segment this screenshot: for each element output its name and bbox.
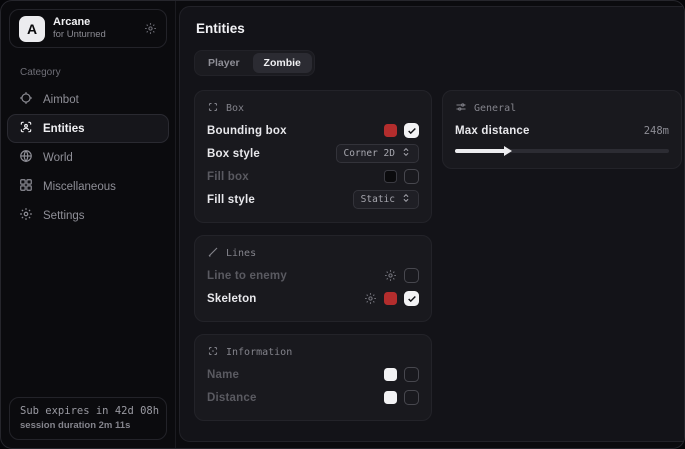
pencil-line-icon [207,246,219,261]
setting-label: Box style [207,148,260,160]
box-card: Box Bounding box Box style [194,90,432,223]
sidebar-item-label: Miscellaneous [43,181,116,193]
setting-row-name: Name [207,363,419,386]
sidebar-item-settings[interactable]: Settings [7,201,169,230]
color-swatch-red[interactable] [384,124,397,137]
sidebar-spacer [1,232,175,389]
chevrons-up-down-icon [401,147,411,160]
setting-row-fill-box: Fill box [207,165,419,188]
tab-player[interactable]: Player [197,53,251,73]
checkbox-unchecked[interactable] [404,390,419,405]
fill-style-dropdown[interactable]: Static [353,190,419,209]
lines-card: Lines Line to enemy Skeleton [194,235,432,322]
checkbox-checked[interactable] [404,123,419,138]
sidebar-item-label: World [43,152,73,164]
app-window: A Arcane for Unturned Category Aimbot En… [0,0,685,449]
setting-label: Max distance [455,125,530,137]
sidebar-item-miscellaneous[interactable]: Miscellaneous [7,172,169,201]
information-card-header: Information [207,345,419,360]
subscription-box: Sub expires in 42d 08h session duration … [9,397,167,440]
setting-label: Fill style [207,194,255,206]
slider-fill [455,149,506,153]
dropdown-value: Corner 2D [344,148,395,159]
main-area: Entities Player Zombie Box Bounding box [176,1,685,448]
grid-icon [19,178,33,195]
session-duration-text: session duration 2m 11s [20,420,156,431]
scan-person-icon [19,120,33,137]
general-card: General Max distance 248m [442,90,682,169]
setting-label: Bounding box [207,125,287,137]
setting-label: Line to enemy [207,270,287,282]
sidebar-item-world[interactable]: World [7,143,169,172]
setting-row-skeleton: Skeleton [207,287,419,310]
sidebar-item-label: Entities [43,123,85,135]
dropdown-value: Static [361,194,395,205]
tab-zombie[interactable]: Zombie [253,53,312,73]
setting-row-box-style: Box style Corner 2D [207,142,419,165]
max-distance-slider[interactable] [455,149,669,153]
information-card: Information Name Distance [194,334,432,421]
scan-info-icon [207,345,219,360]
check-icon [407,126,417,136]
right-column: General Max distance 248m [442,90,682,169]
sidebar-nav: Aimbot Entities World Miscellaneous Sett… [1,83,175,232]
sidebar-item-label: Settings [43,210,85,222]
sliders-icon [455,101,467,116]
slider-thumb[interactable] [504,146,512,156]
card-title: Lines [226,248,256,259]
setting-row-line-to-enemy: Line to enemy [207,264,419,287]
row-gear-icon[interactable] [364,292,377,305]
app-logo: A [19,16,45,42]
globe-icon [19,149,33,166]
setting-row-bounding-box: Bounding box [207,119,419,142]
tab-bar: Player Zombie [194,50,315,76]
app-name: Arcane [53,16,106,30]
setting-label: Fill box [207,171,249,183]
general-card-header: General [455,101,669,116]
gear-icon [19,207,33,224]
setting-label: Skeleton [207,293,257,305]
max-distance-row: Max distance 248m [455,123,669,139]
card-title: General [474,103,516,114]
card-title: Box [226,103,244,114]
lines-card-header: Lines [207,246,419,261]
sub-expiry-text: Sub expires in 42d 08h [20,405,156,417]
box-style-dropdown[interactable]: Corner 2D [336,144,419,163]
setting-row-distance: Distance [207,386,419,409]
color-swatch-red[interactable] [384,292,397,305]
app-meta: Arcane for Unturned [53,16,106,42]
chevrons-up-down-icon [401,193,411,206]
main-panel: Entities Player Zombie Box Bounding box [179,6,685,442]
checkbox-unchecked[interactable] [404,169,419,184]
color-swatch-white[interactable] [384,391,397,404]
setting-label: Name [207,369,239,381]
crosshair-icon [19,91,33,108]
max-distance-value: 248m [644,125,669,137]
sidebar-item-aimbot[interactable]: Aimbot [7,85,169,114]
box-select-icon [207,101,219,116]
sidebar: A Arcane for Unturned Category Aimbot En… [1,1,176,448]
left-column: Box Bounding box Box style [194,90,432,421]
page-title: Entities [196,21,682,36]
setting-row-fill-style: Fill style Static [207,188,419,211]
sidebar-item-entities[interactable]: Entities [7,114,169,143]
checkbox-checked[interactable] [404,291,419,306]
app-header-card: A Arcane for Unturned [9,9,167,48]
checkbox-unchecked[interactable] [404,268,419,283]
color-swatch-white[interactable] [384,368,397,381]
check-icon [407,294,417,304]
setting-label: Distance [207,392,257,404]
box-card-header: Box [207,101,419,116]
header-gear-icon[interactable] [144,22,157,35]
sidebar-item-label: Aimbot [43,94,79,106]
app-subtitle: for Unturned [53,29,106,41]
color-swatch-black[interactable] [384,170,397,183]
row-gear-icon[interactable] [384,269,397,282]
settings-content: Box Bounding box Box style [194,90,682,421]
card-title: Information [226,347,292,358]
checkbox-unchecked[interactable] [404,367,419,382]
category-label: Category [20,67,175,78]
